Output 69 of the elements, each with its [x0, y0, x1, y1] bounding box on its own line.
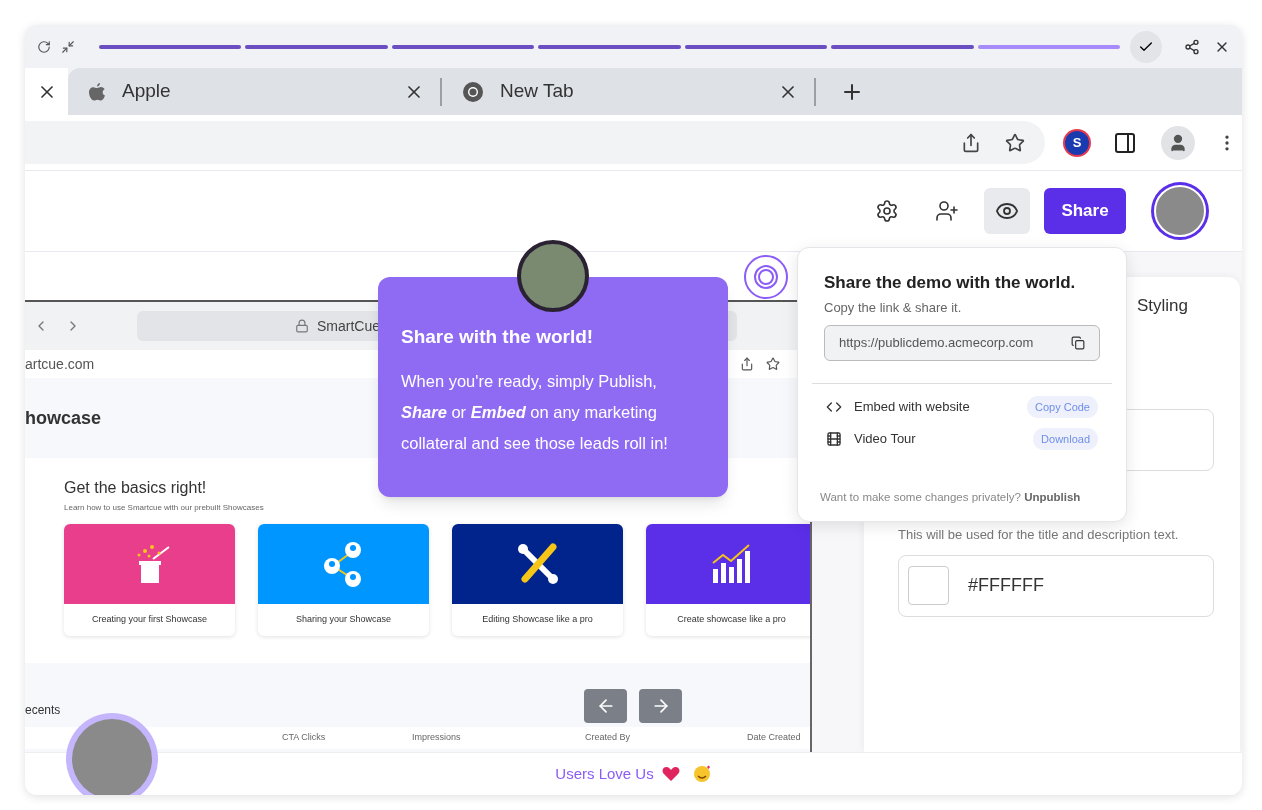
preview-site-name: SmartCue	[317, 316, 381, 336]
next-button[interactable]	[639, 689, 682, 723]
extension-badge[interactable]: S	[1065, 130, 1089, 155]
preview-url: artcue.com	[25, 354, 95, 374]
popover-title: Share the demo with the world.	[824, 272, 1077, 294]
card-caption: Sharing your Showcase	[295, 613, 392, 627]
browser-tab[interactable]: New Tab	[442, 71, 814, 112]
settings-icon	[875, 199, 899, 223]
progress-step[interactable]	[391, 44, 535, 49]
color-value: #FFFFFF	[968, 574, 1044, 597]
copy-icon[interactable]	[1071, 336, 1085, 350]
tooltip-title: Share with the world!	[401, 325, 595, 349]
share-button[interactable]: Share	[1044, 188, 1126, 234]
progress-step[interactable]	[99, 44, 242, 49]
popover-subtitle: Copy the link & share it.	[824, 298, 963, 317]
card-caption: Create showcase like a pro	[677, 613, 786, 627]
recents-title: ecents	[25, 702, 61, 719]
previous-button[interactable]	[584, 689, 627, 723]
color-swatch[interactable]	[908, 566, 949, 605]
option-label: Video Tour	[854, 430, 917, 449]
footer-text: Users Love Us	[555, 763, 654, 784]
progress-step[interactable]	[831, 44, 974, 49]
option-label: Embed with website	[854, 398, 971, 417]
showcase-card[interactable]: Creating your first Showcase	[64, 524, 235, 636]
reload-icon[interactable]	[37, 39, 51, 54]
heart-icon	[661, 766, 680, 782]
check-button[interactable]	[1130, 30, 1162, 63]
section-subtitle: Learn how to use Smartcue with our prebuilt Showcases	[64, 502, 265, 514]
film-icon	[826, 431, 842, 447]
progress-step[interactable]	[245, 44, 388, 49]
showcase-card[interactable]: Sharing your Showcase	[258, 524, 429, 636]
column-header: Impressions	[412, 731, 461, 745]
progress-step[interactable]	[538, 44, 681, 49]
exit-fullscreen-icon[interactable]	[61, 39, 75, 54]
card-caption: Creating your first Showcase	[91, 613, 208, 627]
star-icon	[766, 357, 780, 371]
side-panel-icon[interactable]	[1113, 130, 1137, 155]
apple-icon	[88, 81, 106, 102]
lock-icon	[295, 319, 309, 333]
share-icon	[740, 357, 754, 371]
column-header: CTA Clicks	[282, 731, 326, 745]
browser-logo-icon	[462, 80, 484, 103]
column-header: Date Created	[747, 731, 801, 745]
add-user-icon	[935, 199, 959, 223]
toolbar-button[interactable]	[984, 188, 1030, 234]
avatar[interactable]	[1154, 185, 1206, 237]
share-icon[interactable]	[1184, 38, 1200, 55]
profile-avatar[interactable]	[1161, 125, 1195, 160]
target-icon[interactable]	[743, 254, 789, 300]
code-icon	[826, 399, 842, 415]
styling-tab[interactable]: Styling	[1136, 293, 1188, 319]
section-title: Get the basics right!	[64, 478, 208, 498]
star-icon[interactable]	[1005, 132, 1025, 153]
showcase-card[interactable]: Editing Showcase like a pro	[452, 524, 623, 636]
unpublish-note: Want to make some changes privately? Unpublish	[820, 489, 1081, 505]
showcase-card[interactable]: Create showcase like a pro	[646, 524, 810, 636]
browser-tab[interactable]: Apple	[68, 71, 440, 112]
column-header: Created By	[585, 731, 631, 745]
link-field[interactable]: https://publicdemo.acmecorp.com	[824, 325, 1100, 361]
tooltip-body: When you're ready, simply Publish, Share or Embed on any marketing collateral and see those leads roll in!	[401, 370, 669, 454]
helper-text: This will be used for the title and description text.	[898, 526, 1180, 544]
smiling-face-icon	[691, 764, 712, 784]
link-value: https://publicdemo.acmecorp.com	[839, 334, 1034, 353]
preview-heading: howcase	[25, 406, 102, 430]
card-caption: Editing Showcase like a pro	[482, 613, 593, 627]
progress-step[interactable]	[684, 44, 828, 49]
share-icon[interactable]	[961, 132, 981, 153]
user-icon	[1168, 132, 1188, 153]
color-input-field[interactable]: #FFFFFF	[898, 554, 1214, 617]
